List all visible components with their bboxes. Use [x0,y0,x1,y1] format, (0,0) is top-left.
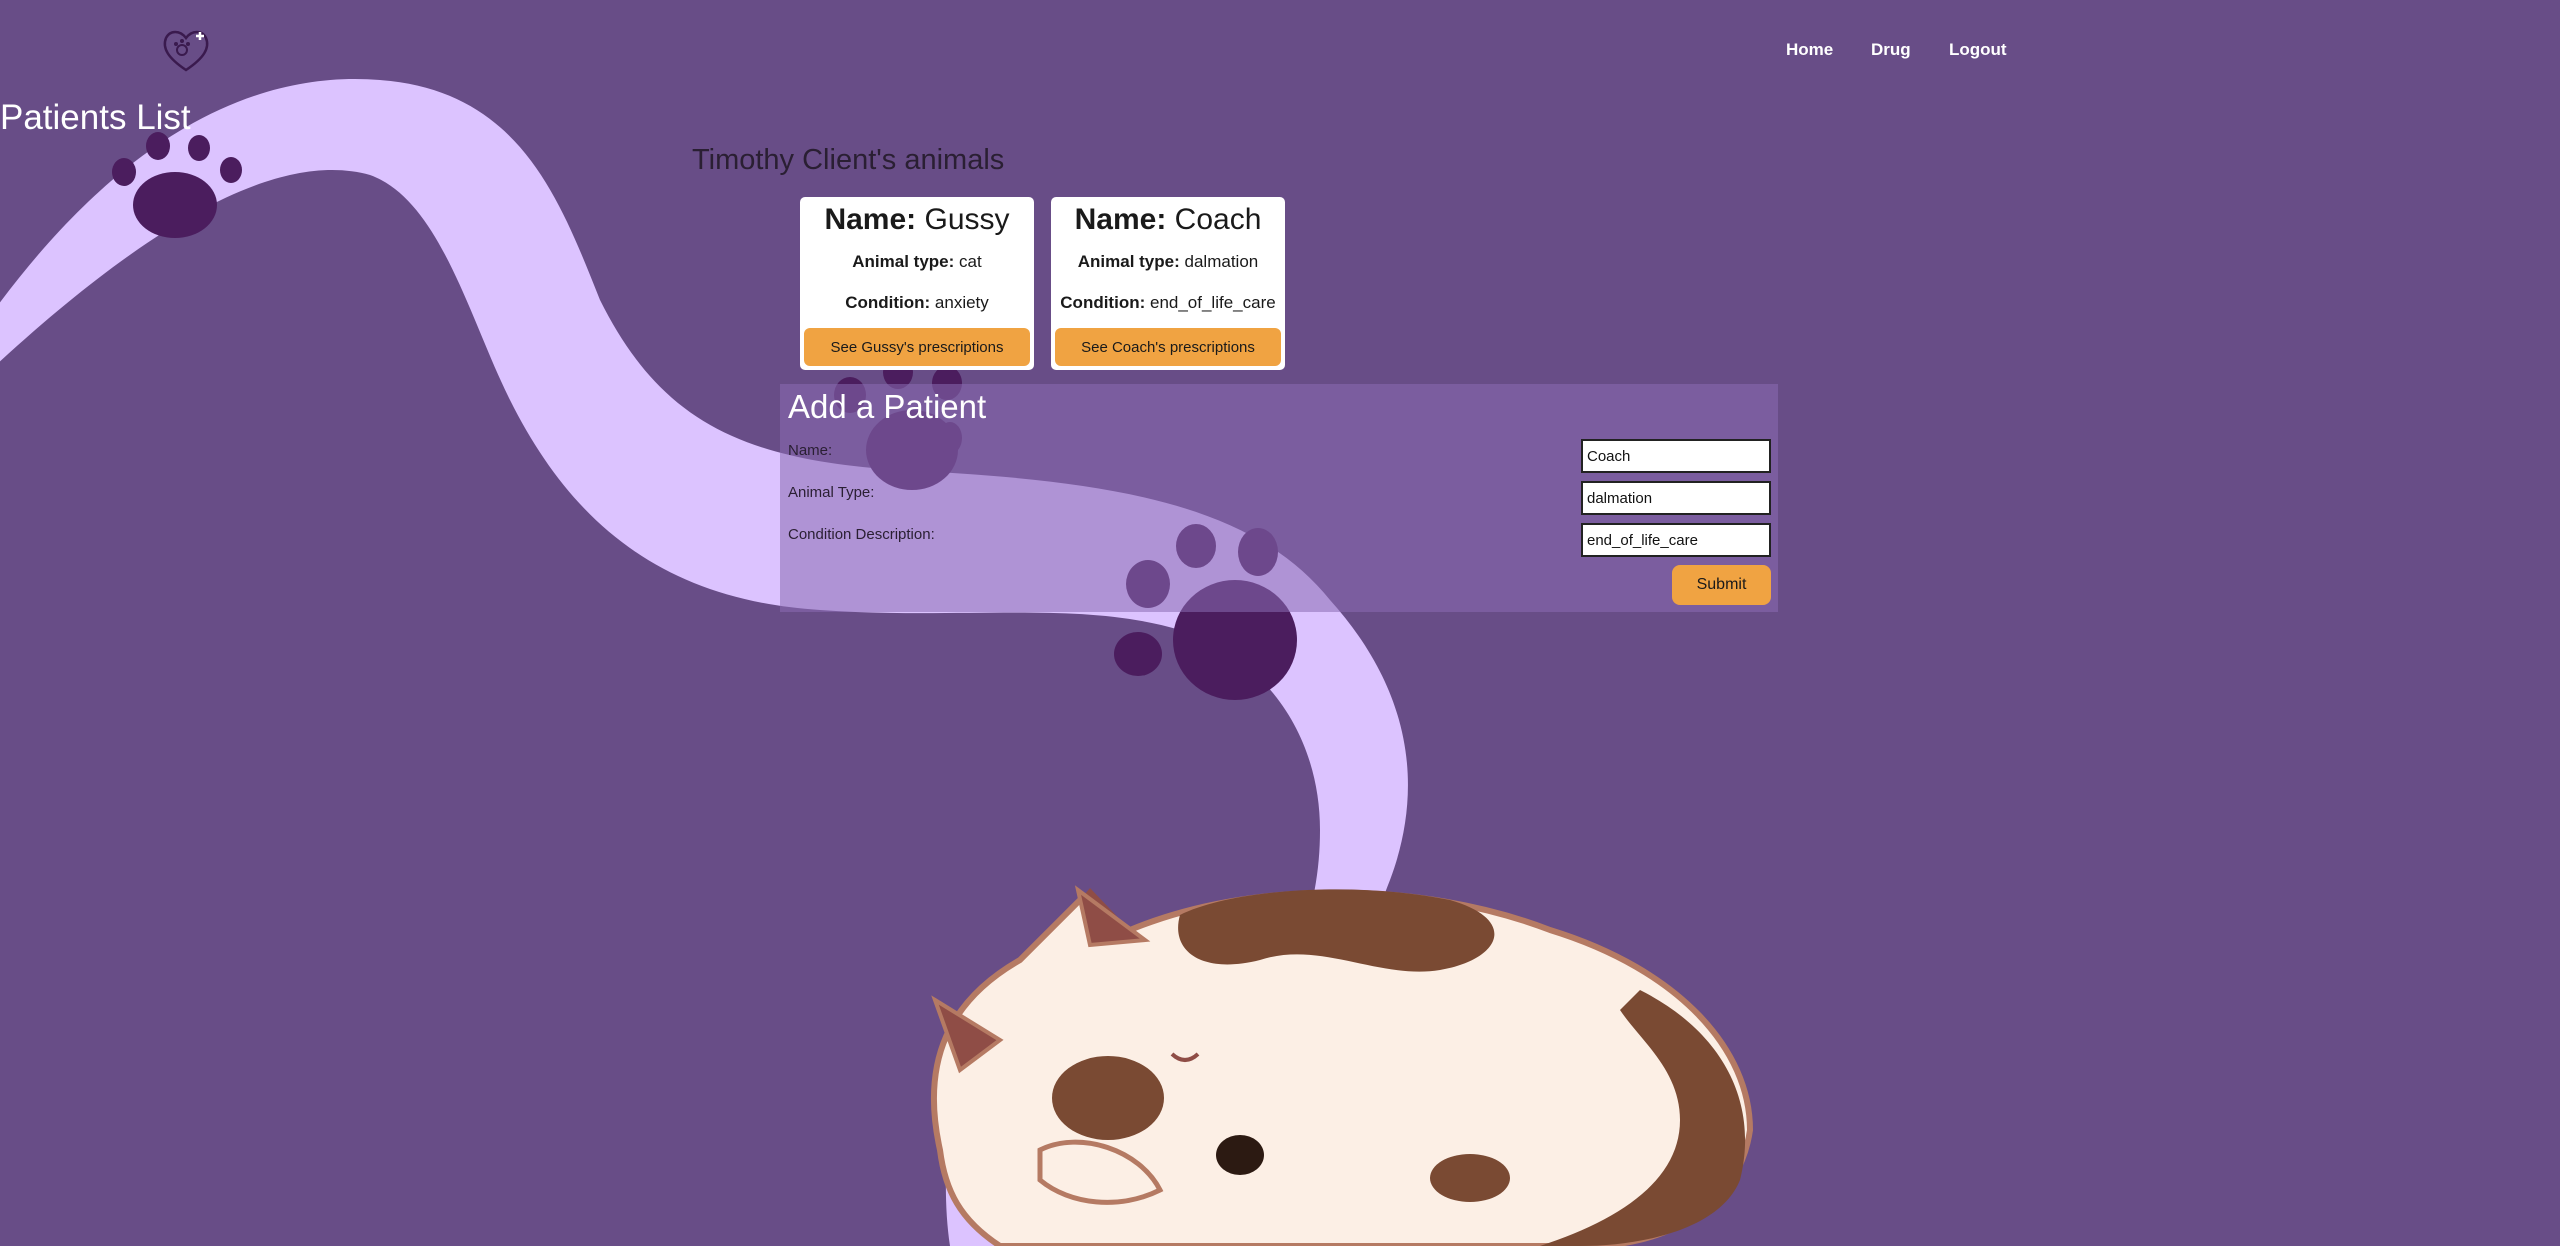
nav-home-link[interactable]: Home [1786,40,1833,60]
submit-button[interactable]: Submit [1672,565,1771,605]
animal-type-input[interactable] [1581,481,1771,515]
nav-drug-link[interactable]: Drug [1871,40,1911,60]
animal-name: Coach [1174,203,1262,236]
heart-paw-plus-icon[interactable] [160,26,212,74]
client-animals-heading: Timothy Client's animals [692,144,1005,176]
animal-type: cat [959,252,982,271]
background-illustration [0,79,1754,1246]
animal-type-line: Animal type: cat [800,251,1034,273]
condition-line: Condition: end_of_life_care [1051,292,1285,314]
condition-label: Condition: [1060,293,1146,312]
animal-card: Name: Coach Animal type: dalmation Condi… [1051,197,1285,370]
animal-type-label: Animal type: [852,252,955,271]
animal-type: dalmation [1184,252,1259,271]
condition-line: Condition: anxiety [800,292,1034,314]
animal-name: Gussy [924,203,1010,236]
name-input[interactable] [1581,439,1771,473]
add-patient-title: Add a Patient [788,388,987,425]
see-prescriptions-button[interactable]: See Gussy's prescriptions [804,328,1030,366]
condition-input[interactable] [1581,523,1771,557]
animal-type-line: Animal type: dalmation [1051,251,1285,273]
name-field-label: Name: [788,442,833,459]
condition-field-label: Condition Description: [788,526,935,543]
page-title: Patients List [0,98,191,137]
animal-card: Name: Gussy Animal type: cat Condition: … [800,197,1034,370]
animal-type-field-label: Animal Type: [788,484,875,501]
animal-name-line: Name: Coach [1051,201,1285,239]
see-prescriptions-button[interactable]: See Coach's prescriptions [1055,328,1281,366]
animal-type-label: Animal type: [1077,252,1180,271]
name-label: Name: [824,203,917,236]
animal-name-line: Name: Gussy [800,201,1034,239]
nav-logout-link[interactable]: Logout [1949,40,2007,60]
condition-label: Condition: [845,293,931,312]
name-label: Name: [1074,203,1167,236]
add-patient-form: Add a Patient Name: Animal Type: Conditi… [780,384,1778,612]
sleeping-cat [930,885,1754,1246]
condition-value: anxiety [934,293,989,312]
condition-value: end_of_life_care [1149,293,1276,312]
